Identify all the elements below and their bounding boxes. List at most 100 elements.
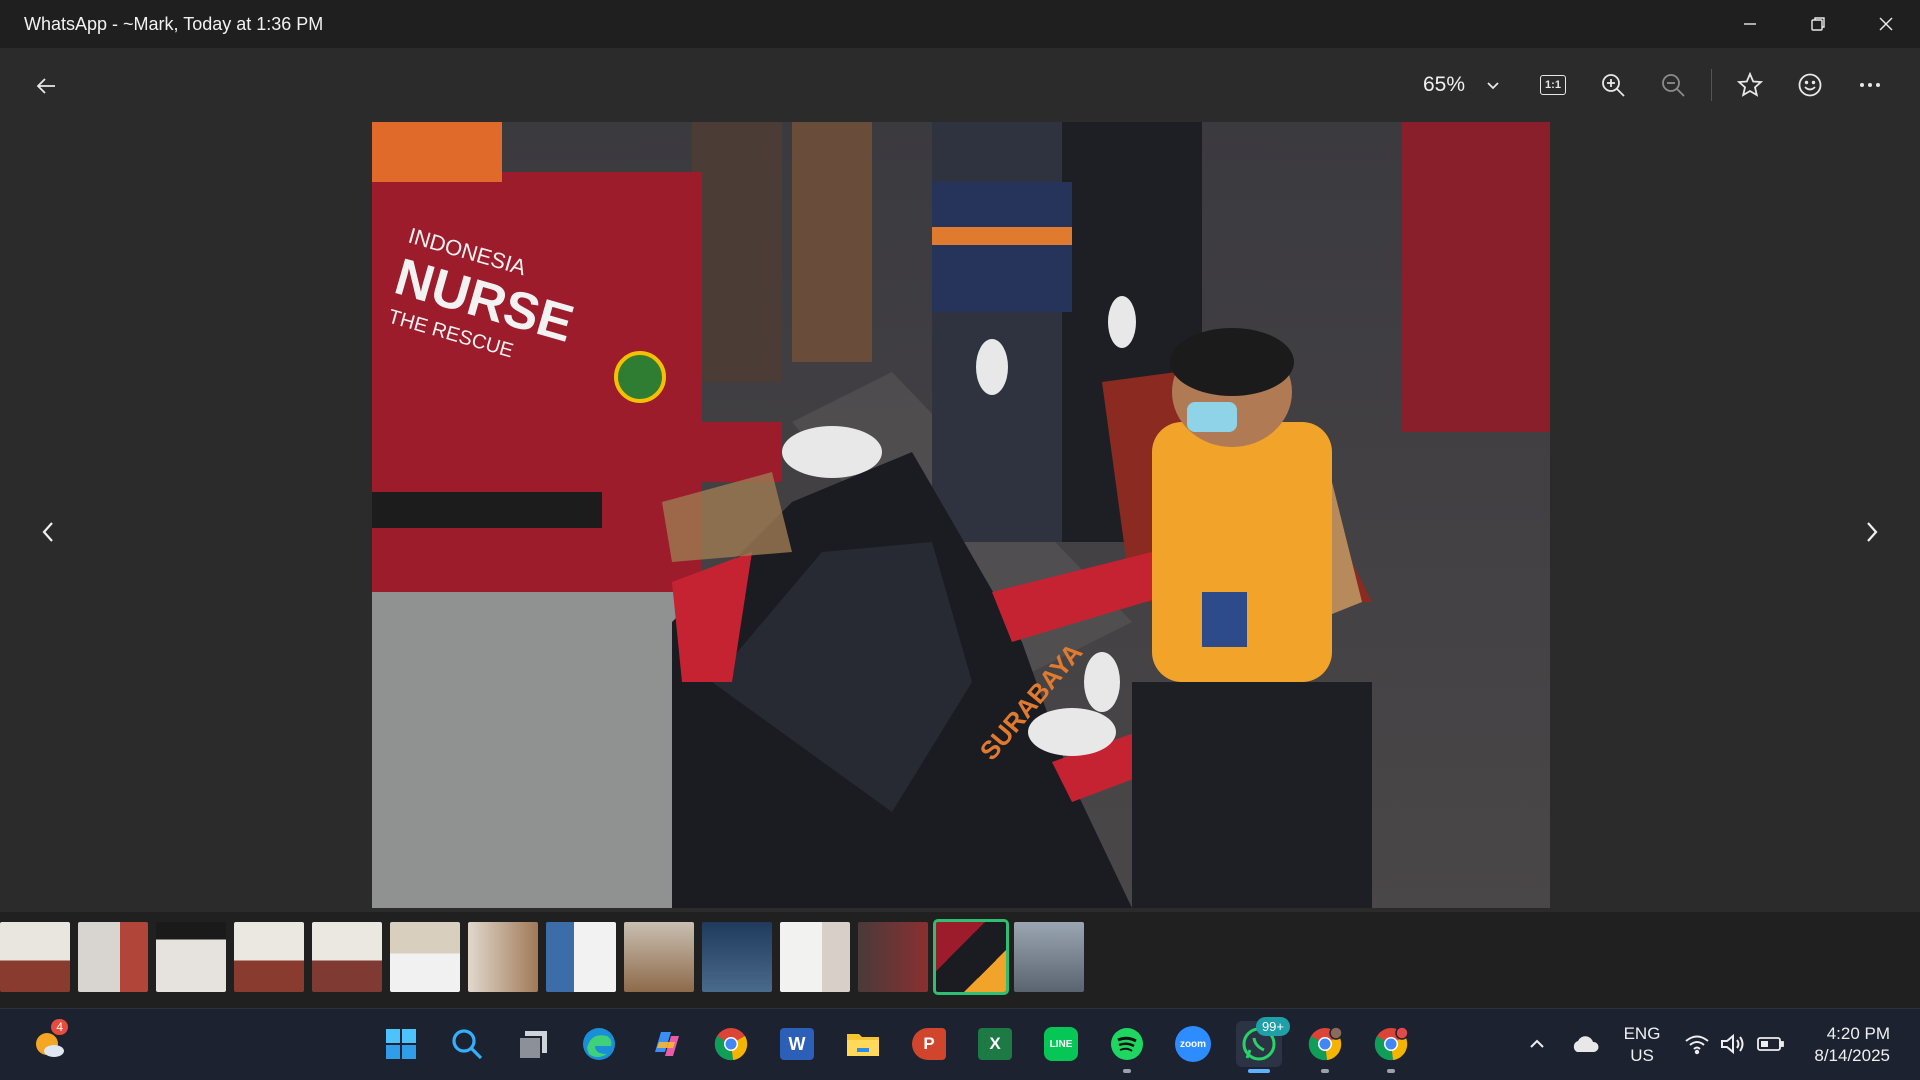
viewer-toolbar: 65% 1:1 xyxy=(0,48,1920,122)
zoom-in-icon xyxy=(1602,74,1625,97)
actual-size-icon: 1:1 xyxy=(1540,75,1566,95)
running-indicator xyxy=(1321,1069,1329,1073)
zoom-in-button[interactable] xyxy=(1583,55,1643,115)
powerpoint-letter: P xyxy=(923,1034,935,1053)
thumbnail-strip xyxy=(0,919,1092,996)
chevron-left-icon xyxy=(42,522,53,542)
copilot-icon xyxy=(655,1032,679,1056)
thumbnail[interactable] xyxy=(156,922,226,992)
previous-image-button[interactable] xyxy=(28,502,68,562)
zoom-dropdown-button[interactable] xyxy=(1473,55,1513,115)
minimize-icon xyxy=(1744,23,1756,25)
favorite-button[interactable] xyxy=(1720,55,1780,115)
chrome-profile-2-button[interactable] xyxy=(1368,1021,1414,1073)
close-icon xyxy=(1879,17,1893,31)
weather-widget[interactable]: 4 xyxy=(26,1019,72,1067)
thumbnail[interactable] xyxy=(624,922,694,992)
word-icon: W xyxy=(780,1028,814,1060)
task-view-icon xyxy=(518,1031,547,1060)
star-icon xyxy=(1737,72,1763,97)
whatsapp-badge: 99+ xyxy=(1255,1017,1290,1036)
react-button[interactable] xyxy=(1780,55,1840,115)
title-bar: WhatsApp - ~Mark, Today at 1:36 PM xyxy=(0,0,1920,48)
line-label: LINE xyxy=(1049,1038,1073,1050)
word-letter: W xyxy=(788,1033,806,1054)
windows-start-icon xyxy=(386,1029,416,1059)
window-title: WhatsApp - ~Mark, Today at 1:36 PM xyxy=(24,13,324,34)
running-indicator xyxy=(1123,1069,1131,1073)
thumbnail[interactable] xyxy=(0,922,70,992)
battery-button[interactable] xyxy=(1748,1021,1794,1067)
restore-icon xyxy=(1811,17,1825,31)
word-button[interactable]: W xyxy=(774,1021,820,1067)
chrome-profile-icon xyxy=(1308,1026,1343,1061)
running-indicator xyxy=(1387,1069,1395,1073)
excel-icon: X xyxy=(978,1028,1012,1060)
more-options-button[interactable] xyxy=(1840,55,1900,115)
zoom-app-button[interactable]: zoom xyxy=(1170,1021,1216,1067)
restore-button[interactable] xyxy=(1784,0,1852,48)
zoom-out-icon xyxy=(1662,74,1685,97)
actual-size-label: 1:1 xyxy=(1545,79,1561,91)
zoom-icon: zoom xyxy=(1175,1026,1211,1062)
clock-time: 4:20 PM xyxy=(1826,1024,1890,1043)
file-explorer-icon xyxy=(847,1034,879,1056)
show-hidden-icons-button[interactable] xyxy=(1514,1021,1560,1067)
actual-size-button[interactable]: 1:1 xyxy=(1523,55,1583,115)
powerpoint-button[interactable]: P xyxy=(906,1021,952,1067)
zoom-label: zoom xyxy=(1179,1038,1207,1050)
zoom-level[interactable]: 65% xyxy=(1423,73,1465,97)
emoji-icon xyxy=(1798,73,1822,97)
spotify-button[interactable] xyxy=(1104,1021,1150,1073)
thumbnail[interactable] xyxy=(312,922,382,992)
chrome-icon xyxy=(714,1028,748,1061)
close-button[interactable] xyxy=(1852,0,1920,48)
whatsapp-button[interactable]: 99+ xyxy=(1236,1017,1290,1073)
clock[interactable]: 4:20 PM 8/14/2025 xyxy=(1814,1023,1890,1067)
active-indicator xyxy=(1248,1069,1270,1073)
clock-date: 8/14/2025 xyxy=(1814,1046,1890,1065)
search-icon xyxy=(452,1029,483,1060)
weather-badge: 4 xyxy=(51,1019,68,1035)
lang-code: ENG xyxy=(1623,1024,1661,1043)
thumbnail[interactable] xyxy=(78,922,148,992)
volume-icon xyxy=(1721,1033,1744,1055)
image-viewer: INDONESIA NURSE THE RESCUE SURABAYA xyxy=(0,122,1920,912)
wifi-icon xyxy=(1685,1035,1709,1055)
back-button[interactable] xyxy=(28,68,64,104)
chevron-right-icon xyxy=(1867,522,1878,542)
file-explorer-button[interactable] xyxy=(840,1021,886,1067)
task-view-button[interactable] xyxy=(510,1021,556,1067)
onedrive-button[interactable] xyxy=(1562,1021,1608,1067)
powerpoint-icon: P xyxy=(912,1028,946,1060)
chevron-down-icon xyxy=(1487,82,1499,90)
thumbnail[interactable] xyxy=(702,922,772,992)
thumbnail[interactable] xyxy=(1014,922,1084,992)
edge-icon xyxy=(583,1028,615,1060)
line-icon: LINE xyxy=(1044,1027,1078,1061)
thumbnail[interactable] xyxy=(780,922,850,992)
displayed-photo: INDONESIA NURSE THE RESCUE SURABAYA xyxy=(372,122,1550,908)
thumbnail[interactable] xyxy=(468,922,538,992)
thumbnail[interactable] xyxy=(546,922,616,992)
edge-button[interactable] xyxy=(576,1021,622,1067)
chrome-button[interactable] xyxy=(708,1021,754,1067)
excel-button[interactable]: X xyxy=(972,1021,1018,1067)
input-language[interactable]: ENG US xyxy=(1615,1023,1669,1067)
thumbnail[interactable] xyxy=(234,922,304,992)
search-button[interactable] xyxy=(444,1021,490,1067)
thumbnail-selected[interactable] xyxy=(933,919,1009,995)
zoom-out-button[interactable] xyxy=(1643,55,1703,115)
copilot-button[interactable] xyxy=(642,1021,688,1067)
toolbar-separator xyxy=(1711,69,1712,101)
lang-region: US xyxy=(1630,1046,1654,1065)
chrome-profile-button[interactable] xyxy=(1302,1021,1348,1073)
next-image-button[interactable] xyxy=(1852,502,1892,562)
battery-icon xyxy=(1757,1037,1784,1051)
minimize-button[interactable] xyxy=(1716,0,1784,48)
more-icon xyxy=(1860,83,1880,87)
thumbnail[interactable] xyxy=(858,922,928,992)
start-button[interactable] xyxy=(378,1021,424,1067)
thumbnail[interactable] xyxy=(390,922,460,992)
line-button[interactable]: LINE xyxy=(1038,1021,1084,1067)
